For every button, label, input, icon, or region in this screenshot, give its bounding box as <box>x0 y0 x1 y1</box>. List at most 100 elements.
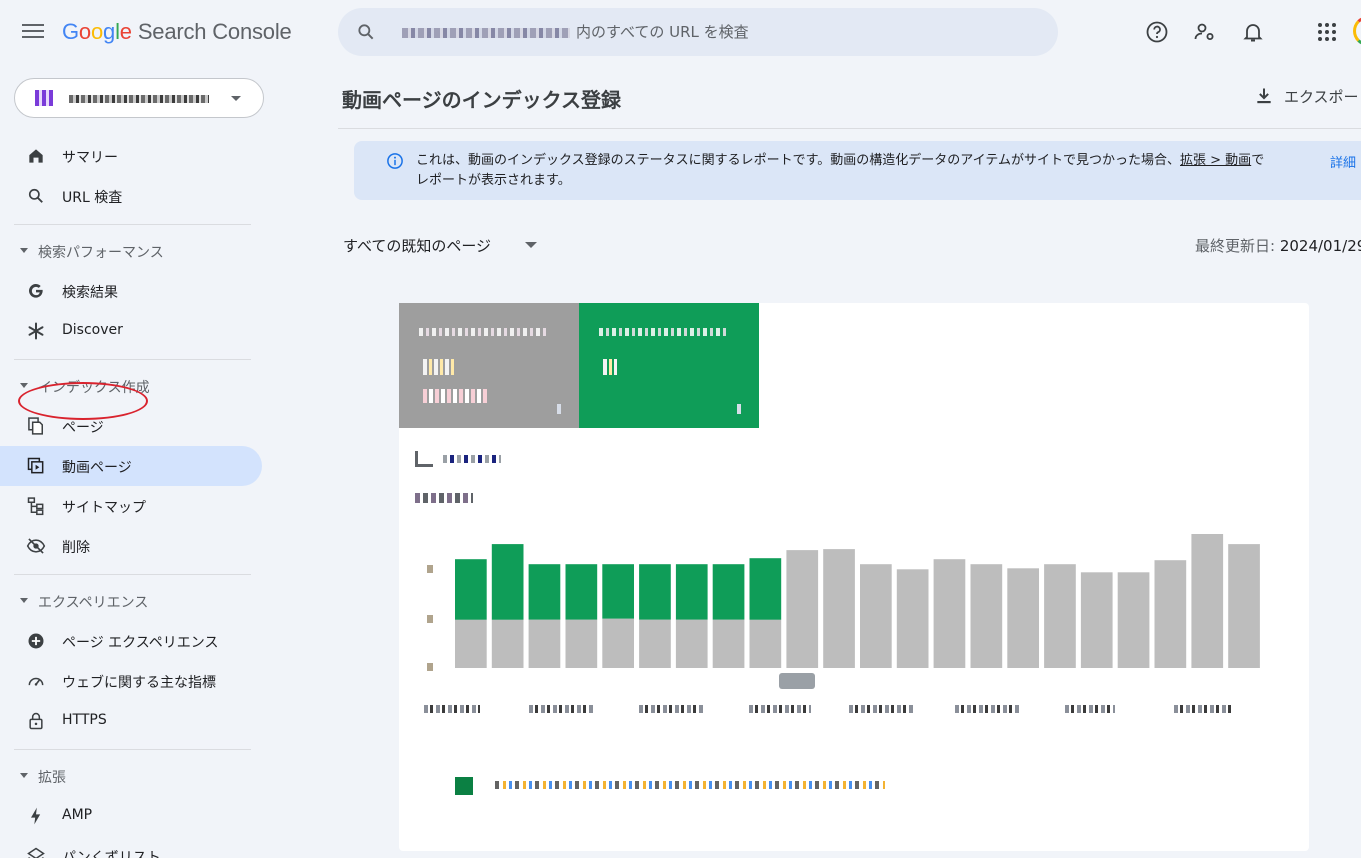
x-tick <box>639 705 705 713</box>
section-experience[interactable]: エクスペリエンス <box>0 586 262 616</box>
url-inspect-search[interactable] <box>338 8 1058 56</box>
sidebar-item-video-pages[interactable]: 動画ページ <box>0 446 262 486</box>
status-tile-indexed[interactable] <box>579 303 759 428</box>
bar-indexed[interactable] <box>491 544 524 620</box>
product-logo[interactable]: Google Search Console <box>62 19 292 45</box>
section-title: エクスペリエンス <box>38 595 149 611</box>
sidebar-item-url-inspection[interactable]: URL 検査 <box>0 176 262 216</box>
bar-not-indexed[interactable] <box>823 549 855 668</box>
tile-marker <box>737 404 741 414</box>
eye-off-icon <box>26 538 46 554</box>
bar-indexed[interactable] <box>749 558 782 620</box>
bar-not-indexed[interactable] <box>1080 572 1113 668</box>
user-settings-icon[interactable] <box>1193 20 1217 44</box>
filter-label: すべての既知のページ <box>343 237 492 255</box>
sidebar-item-label: パンくずリスト <box>62 850 161 858</box>
section-search-performance[interactable]: 検索パフォーマンス <box>0 236 262 266</box>
bar-not-indexed[interactable] <box>749 619 782 668</box>
index-status-chart[interactable] <box>455 528 1265 668</box>
sidebar-item-label: 動画ページ <box>62 460 132 476</box>
bar-not-indexed[interactable] <box>896 569 929 668</box>
sidebar-item-removals[interactable]: 削除 <box>0 526 262 566</box>
sidebar-item-core-web-vitals[interactable]: ウェブに関する主な指標 <box>0 661 262 701</box>
sidebar-item-label: 削除 <box>62 540 90 556</box>
bar-indexed[interactable] <box>602 564 634 619</box>
bar-not-indexed[interactable] <box>786 550 819 668</box>
speedometer-icon <box>28 677 44 686</box>
redacted-tile-subvalue <box>423 389 489 403</box>
bar-not-indexed[interactable] <box>528 619 561 668</box>
last-updated-label: 最終更新日: <box>1195 237 1280 255</box>
bar-not-indexed[interactable] <box>712 619 745 668</box>
redacted-tile-label <box>599 328 729 336</box>
bar-indexed[interactable] <box>455 559 487 620</box>
sidebar-item-amp[interactable]: AMP <box>0 796 262 836</box>
sidebar-item-breadcrumbs[interactable]: パンくずリスト <box>0 836 262 858</box>
menu-icon[interactable] <box>22 21 44 43</box>
sidebar-item-summary[interactable]: サマリー <box>0 136 262 176</box>
bar-not-indexed[interactable] <box>860 564 892 668</box>
bar-indexed[interactable] <box>639 564 671 620</box>
y-tick <box>427 615 433 623</box>
apps-grid-icon[interactable] <box>1315 20 1339 44</box>
bar-not-indexed[interactable] <box>565 619 598 668</box>
property-selector[interactable] <box>14 78 264 118</box>
sidebar-item-label: サマリー <box>62 150 118 166</box>
bar-not-indexed[interactable] <box>970 564 1003 668</box>
banner-text-before: これは、動画のインデックス登録のステータスに関するレポートです。動画の構造化デー… <box>416 153 1181 168</box>
bar-not-indexed[interactable] <box>1154 560 1187 668</box>
bar-indexed[interactable] <box>528 564 561 620</box>
property-favicon <box>35 90 53 106</box>
bar-indexed[interactable] <box>675 564 708 620</box>
bar-not-indexed[interactable] <box>933 559 966 668</box>
sidebar-divider <box>14 574 251 575</box>
redacted-tile-label <box>419 328 549 336</box>
bar-not-indexed[interactable] <box>1191 534 1224 668</box>
download-icon <box>1257 88 1271 104</box>
page-title: 動画ページのインデックス登録 <box>342 88 621 112</box>
bar-not-indexed[interactable] <box>639 619 671 668</box>
section-enhancements[interactable]: 拡張 <box>0 761 262 791</box>
bar-not-indexed[interactable] <box>491 619 524 668</box>
bar-not-indexed[interactable] <box>602 618 634 668</box>
video-page-icon <box>27 457 44 474</box>
sidebar-item-discover[interactable]: Discover <box>0 311 262 351</box>
sitemap-icon <box>27 497 44 516</box>
page-filter-dropdown[interactable]: すべての既知のページ <box>343 235 537 257</box>
bar-not-indexed[interactable] <box>1228 544 1260 668</box>
y-tick <box>427 565 433 573</box>
sidebar-item-search-results[interactable]: 検索結果 <box>0 271 262 311</box>
chart-hover-marker <box>779 673 815 689</box>
bar-not-indexed[interactable] <box>1007 568 1039 668</box>
bell-icon[interactable] <box>1241 20 1265 44</box>
bar-not-indexed[interactable] <box>455 619 487 668</box>
enhancements-video-link[interactable]: 拡張 > 動画 <box>1180 153 1251 168</box>
x-tick <box>424 705 480 713</box>
bar-not-indexed[interactable] <box>675 619 708 668</box>
bar-indexed[interactable] <box>712 564 745 620</box>
bar-indexed[interactable] <box>565 564 598 620</box>
sidebar-item-https[interactable]: HTTPS <box>0 701 262 741</box>
sidebar-item-sitemaps[interactable]: サイトマップ <box>0 486 262 526</box>
caret-down-icon <box>20 598 28 603</box>
help-icon[interactable] <box>1145 20 1169 44</box>
search-input[interactable] <box>576 20 1036 44</box>
account-avatar[interactable] <box>1353 16 1361 46</box>
sidebar-item-label: サイトマップ <box>62 500 146 516</box>
search-icon <box>358 24 374 40</box>
caret-down-icon <box>525 242 537 248</box>
learn-more-link[interactable]: 詳細 <box>1330 152 1356 171</box>
bar-not-indexed[interactable] <box>1044 564 1076 668</box>
redacted-tile-value <box>603 359 617 375</box>
sidebar-item-label: ウェブに関する主な指標 <box>62 675 216 691</box>
layers-icon <box>27 847 45 858</box>
logo-google: Google <box>62 19 132 44</box>
bolt-icon <box>31 807 41 825</box>
redacted-details-text <box>495 781 885 789</box>
status-tile-not-indexed[interactable] <box>399 303 579 428</box>
y-tick <box>427 663 433 671</box>
banner-text: これは、動画のインデックス登録のステータスに関するレポートです。動画の構造化デー… <box>416 151 1274 191</box>
sidebar-item-page-experience[interactable]: ページ エクスペリエンス <box>0 621 262 661</box>
bar-not-indexed[interactable] <box>1117 572 1150 668</box>
sidebar-item-label: Discover <box>62 322 123 338</box>
